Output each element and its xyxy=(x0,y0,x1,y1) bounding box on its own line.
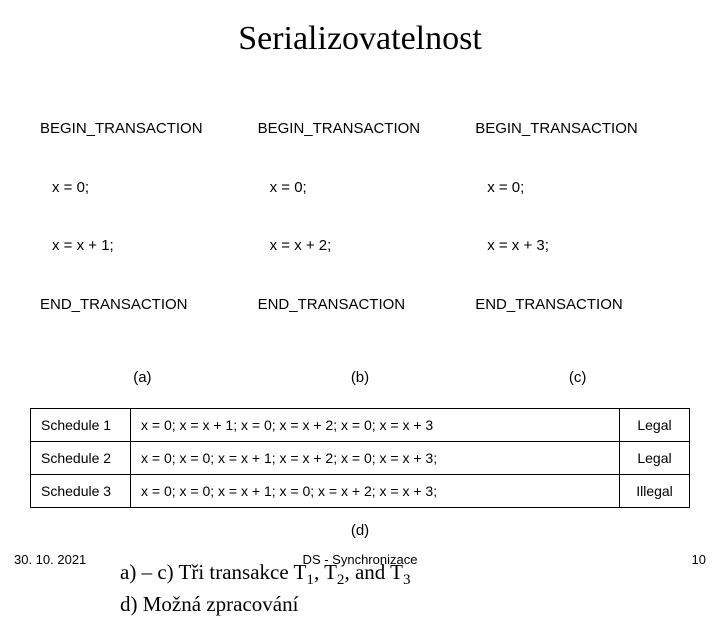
schedule-ops: x = 0; x = 0; x = x + 1; x = 0; x = x + … xyxy=(131,475,620,508)
sub: 2 xyxy=(337,572,345,588)
schedule-name: Schedule 1 xyxy=(31,409,131,442)
tx-line: x = x + 3; xyxy=(475,236,680,256)
tx-begin: BEGIN_TRANSACTION xyxy=(475,119,680,139)
schedule-result: Legal xyxy=(620,442,690,475)
tx-begin: BEGIN_TRANSACTION xyxy=(258,119,463,139)
tx-end: END_TRANSACTION xyxy=(475,295,680,315)
schedule-ops: x = 0; x = x + 1; x = 0; x = x + 2; x = … xyxy=(131,409,620,442)
tx-labels-row: (a) (b) (c) xyxy=(0,369,720,386)
transaction-c: BEGIN_TRANSACTION x = 0; x = x + 3; END_… xyxy=(475,80,680,353)
caption: a) – c) Tři transakce T1, T2, and T3 d) … xyxy=(120,559,720,618)
schedule-name: Schedule 3 xyxy=(31,475,131,508)
transactions-row: BEGIN_TRANSACTION x = 0; x = x + 1; END_… xyxy=(0,80,720,353)
label-c: (c) xyxy=(475,369,680,386)
footer-date: 30. 10. 2021 xyxy=(14,552,86,567)
sub: 1 xyxy=(306,572,314,588)
tx-line: x = 0; xyxy=(475,178,680,198)
schedules-table: Schedule 1 x = 0; x = x + 1; x = 0; x = … xyxy=(30,408,690,508)
label-d: (d) xyxy=(0,522,720,539)
caption-text: d) Možná zpracování xyxy=(120,592,298,616)
tx-end: END_TRANSACTION xyxy=(258,295,463,315)
transaction-b: BEGIN_TRANSACTION x = 0; x = x + 2; END_… xyxy=(258,80,463,353)
table-row: Schedule 1 x = 0; x = x + 1; x = 0; x = … xyxy=(31,409,690,442)
schedule-result: Illegal xyxy=(620,475,690,508)
tx-begin: BEGIN_TRANSACTION xyxy=(40,119,245,139)
page-title: Serializovatelnost xyxy=(0,20,720,58)
table-row: Schedule 3 x = 0; x = 0; x = x + 1; x = … xyxy=(31,475,690,508)
tx-end: END_TRANSACTION xyxy=(40,295,245,315)
label-a: (a) xyxy=(40,369,245,386)
schedule-result: Legal xyxy=(620,409,690,442)
sub: 3 xyxy=(403,572,411,588)
label-b: (b) xyxy=(258,369,463,386)
table-row: Schedule 2 x = 0; x = 0; x = x + 1; x = … xyxy=(31,442,690,475)
footer-mid: DS - Synchronizace xyxy=(303,552,418,567)
schedule-name: Schedule 2 xyxy=(31,442,131,475)
caption-text: a) – c) Tři transakce T xyxy=(120,560,306,584)
schedule-ops: x = 0; x = 0; x = x + 1; x = x + 2; x = … xyxy=(131,442,620,475)
footer-page-number: 10 xyxy=(692,552,706,567)
tx-line: x = x + 2; xyxy=(258,236,463,256)
tx-line: x = 0; xyxy=(40,178,245,198)
tx-line: x = 0; xyxy=(258,178,463,198)
transaction-a: BEGIN_TRANSACTION x = 0; x = x + 1; END_… xyxy=(40,80,245,353)
tx-line: x = x + 1; xyxy=(40,236,245,256)
